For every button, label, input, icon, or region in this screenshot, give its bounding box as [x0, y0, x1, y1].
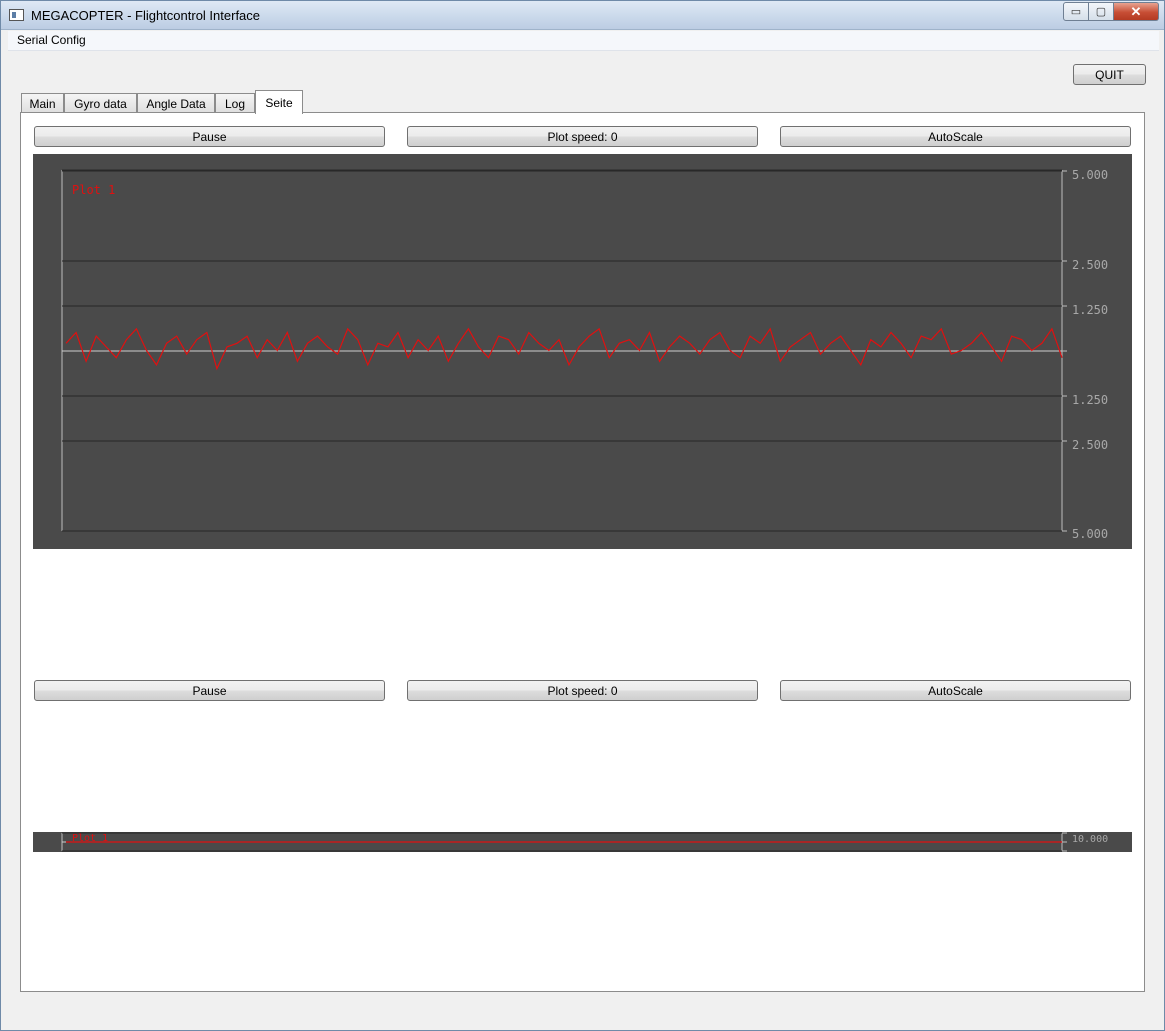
plot-speed-button-bottom[interactable]: Plot speed: 0	[407, 680, 758, 701]
plot-area-top: 5.000 2.500 1.250 1.250 2.500 5.000 Plot 1	[33, 154, 1132, 549]
window-title: MEGACOPTER - Flightcontrol Interface	[31, 8, 261, 23]
client-area: QUIT Main Gyro data Angle Data Log Seite…	[8, 51, 1159, 1026]
plot-tick-label: 1.250	[1072, 393, 1108, 407]
autoscale-button-top[interactable]: AutoScale	[780, 126, 1131, 147]
plot-legend-label: Plot 1	[72, 833, 108, 844]
app-window-icon	[9, 9, 24, 21]
plot-top-svg: 5.000 2.500 1.250 1.250 2.500 5.000 Plot 1	[61, 168, 1108, 541]
pause-button-bottom[interactable]: Pause	[34, 680, 385, 701]
main-window: MEGACOPTER - Flightcontrol Interface ▭ ▢…	[0, 0, 1165, 1031]
maximize-button[interactable]: ▢	[1089, 2, 1114, 21]
close-icon: ✕	[1130, 3, 1142, 19]
autoscale-button-bottom[interactable]: AutoScale	[780, 680, 1131, 701]
window-controls: ▭ ▢ ✕	[1063, 2, 1159, 21]
plot-tick-label: 2.500	[1072, 438, 1108, 452]
plot-tick-label: 5.000	[1072, 168, 1108, 182]
maximize-icon: ▢	[1095, 6, 1107, 18]
tab-gyro-data[interactable]: Gyro data	[64, 93, 137, 113]
close-button[interactable]: ✕	[1114, 2, 1159, 21]
menu-bar: Serial Config	[8, 31, 1159, 51]
title-bar[interactable]: MEGACOPTER - Flightcontrol Interface ▭ ▢…	[1, 1, 1164, 30]
minimize-icon: ▭	[1070, 6, 1082, 18]
minimize-button[interactable]: ▭	[1063, 2, 1089, 21]
plot-speed-button-top[interactable]: Plot speed: 0	[407, 126, 758, 147]
plot-tick-label: 10.000	[1072, 834, 1108, 845]
plot-tick-label: 1.250	[1072, 303, 1108, 317]
plot-legend-label: Plot 1	[72, 183, 115, 197]
plot-tick-label: 5.000	[1072, 527, 1108, 541]
plot-tick-label: 2.500	[1072, 258, 1108, 272]
plot-series-line	[65, 327, 1063, 371]
tab-angle-data[interactable]: Angle Data	[137, 93, 215, 113]
tab-main[interactable]: Main	[21, 93, 64, 113]
quit-button[interactable]: QUIT	[1073, 64, 1146, 85]
pause-button-top[interactable]: Pause	[34, 126, 385, 147]
plot-bottom-svg: 10.000 Plot 1	[61, 832, 1108, 852]
plot-area-bottom: 10.000 Plot 1	[33, 832, 1132, 852]
tab-seite[interactable]: Seite	[255, 90, 303, 114]
seite-tab-pane: Pause Plot speed: 0 AutoScale 5.000 2.500…	[20, 112, 1145, 992]
menu-serial-config[interactable]: Serial Config	[17, 33, 86, 47]
tab-log[interactable]: Log	[215, 93, 255, 113]
